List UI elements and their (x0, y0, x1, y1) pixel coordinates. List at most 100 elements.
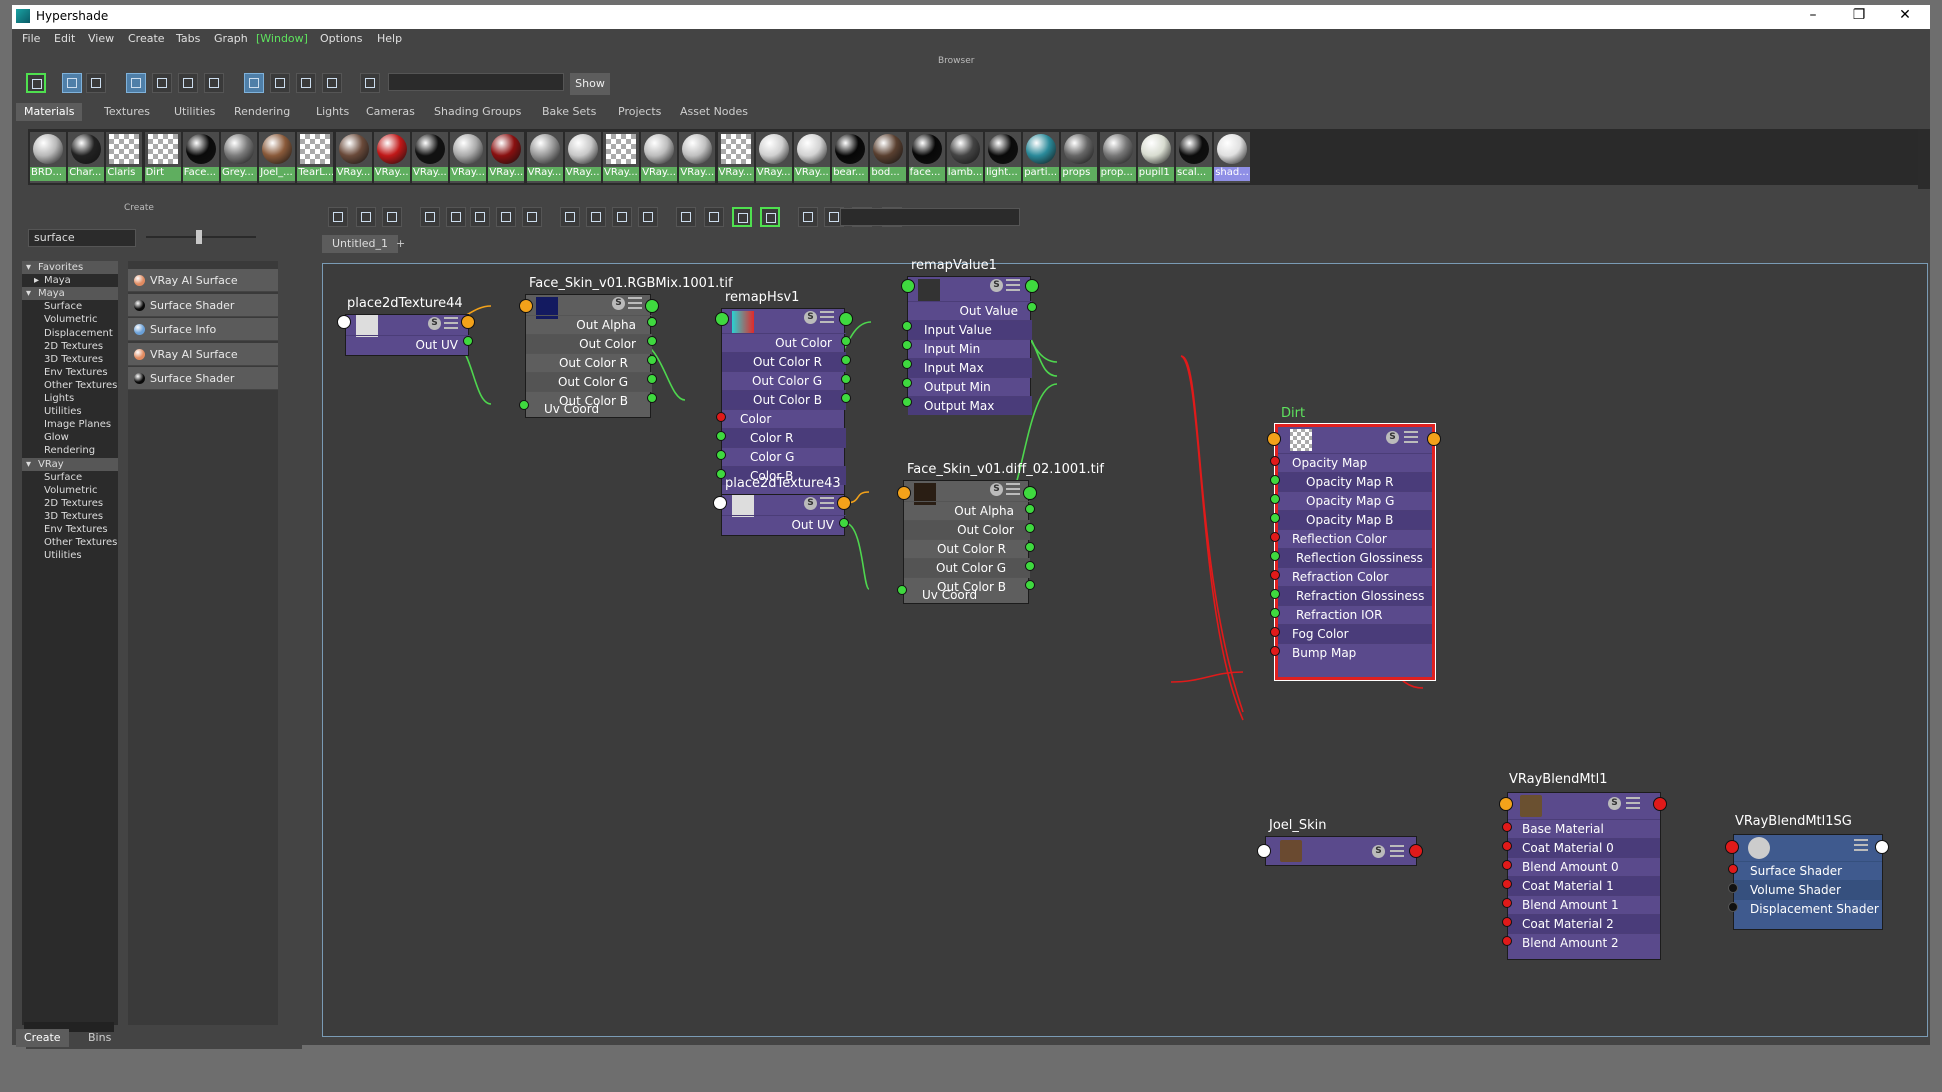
tab-cameras[interactable]: Cameras (358, 103, 423, 121)
create-node-item[interactable]: Surface Shader (128, 293, 278, 317)
port-out-color-r[interactable] (841, 355, 851, 365)
material-swatch[interactable]: TearL... (297, 132, 334, 183)
graph-output-icon[interactable] (420, 207, 440, 227)
isolate-icon[interactable] (760, 207, 780, 227)
tab-lights[interactable]: Lights (308, 103, 357, 121)
port-blend-amount-0[interactable] (1502, 860, 1512, 870)
sync-icon[interactable] (360, 73, 380, 93)
tab-utilities[interactable]: Utilities (166, 103, 223, 121)
small-swatch-icon[interactable] (126, 73, 146, 93)
graph-materials-icon[interactable] (26, 73, 46, 93)
port-reflection-color[interactable] (1270, 532, 1280, 542)
port-fog-color[interactable] (1270, 627, 1280, 637)
port-opacity-map-g[interactable] (1270, 494, 1280, 504)
menu-help[interactable]: Help (377, 32, 402, 45)
expand-arrow-icon[interactable]: ▾ (26, 287, 31, 300)
create-search-input[interactable]: surface (28, 229, 136, 247)
material-swatch[interactable]: Face... (182, 132, 219, 183)
category-item[interactable]: 3D Textures (22, 353, 118, 366)
node-vrayblendmtl1[interactable]: S Base Material Coat Material 0 Blend Am… (1507, 792, 1661, 960)
material-swatch[interactable]: VRay... (794, 132, 830, 183)
port-uv-coord[interactable] (897, 585, 907, 595)
category-item[interactable]: Displacement (22, 327, 118, 340)
port-in[interactable] (1267, 432, 1281, 446)
tab-materials[interactable]: Materials (16, 103, 83, 121)
port-out-color-b[interactable] (841, 393, 851, 403)
rearrange-icon[interactable] (522, 207, 542, 227)
port-out-alpha[interactable] (647, 317, 657, 327)
port-volume-shader[interactable] (1728, 883, 1738, 893)
port-out[interactable] (837, 496, 851, 510)
menu-tabs[interactable]: Tabs (176, 32, 200, 45)
port-out-color[interactable] (1025, 523, 1035, 533)
category-item[interactable]: ▾ Favorites (22, 261, 118, 274)
port-opacity-map[interactable] (1270, 456, 1280, 466)
port-input-max[interactable] (902, 359, 912, 369)
port-blend-amount-1[interactable] (1502, 898, 1512, 908)
tab-asset-nodes[interactable]: Asset Nodes (672, 103, 756, 121)
category-item[interactable]: Image Planes (22, 418, 118, 431)
create-node-item[interactable]: VRay Al Surface (128, 269, 278, 292)
port-coat-material-0[interactable] (1502, 841, 1512, 851)
tab-textures[interactable]: Textures (96, 103, 158, 121)
sort-time-icon[interactable] (296, 73, 316, 93)
node-place2dtexture44[interactable]: S Out UV (345, 314, 470, 356)
material-swatch[interactable]: VRay... (412, 132, 448, 183)
clear-graph-icon[interactable] (328, 207, 348, 227)
port-in[interactable] (713, 496, 727, 510)
port-refraction-glossiness[interactable] (1270, 589, 1280, 599)
port-out-color-g[interactable] (1025, 561, 1035, 571)
category-item[interactable]: ▾ VRay (22, 457, 118, 471)
collapse-icon[interactable] (560, 207, 580, 227)
node-remapvalue1[interactable]: S Out Value Input Value Input Min Input … (907, 276, 1032, 415)
port-refraction-color[interactable] (1270, 570, 1280, 580)
material-swatch[interactable]: BRD... (30, 132, 66, 183)
material-swatch[interactable]: VRay... (373, 132, 410, 183)
port-out-color-b[interactable] (1025, 580, 1035, 590)
port-out[interactable] (461, 315, 475, 329)
graph-input-output-icon[interactable] (356, 207, 376, 227)
port-base-material[interactable] (1502, 822, 1512, 832)
create-node-item[interactable]: VRay Al Surface (128, 342, 278, 366)
simple-view-icon[interactable] (638, 207, 658, 227)
port-output-min[interactable] (902, 378, 912, 388)
swatch-toggle-icon[interactable]: S (1608, 797, 1621, 810)
port-in[interactable] (715, 312, 729, 326)
list-view-icon[interactable] (86, 73, 106, 93)
port-out[interactable] (1409, 844, 1423, 858)
category-item[interactable]: Utilities (22, 405, 118, 418)
port-out-color-g[interactable] (647, 374, 657, 384)
large-swatch-icon[interactable] (178, 73, 198, 93)
search-icon[interactable] (732, 207, 752, 227)
swatch-toggle-icon[interactable]: S (804, 497, 817, 510)
attr-list-icon[interactable] (628, 297, 642, 309)
create-node-item[interactable]: Surface Info (128, 318, 278, 341)
category-item[interactable]: Utilities (22, 549, 118, 562)
port-out-color[interactable] (841, 336, 851, 346)
port-in[interactable] (901, 279, 915, 293)
port-color[interactable] (716, 412, 726, 422)
material-swatch[interactable]: VRay... (641, 132, 678, 183)
category-item[interactable]: Lights (22, 392, 118, 405)
menu-create[interactable]: Create (128, 32, 165, 45)
port-blend-amount-2[interactable] (1502, 936, 1512, 946)
custom-view-icon[interactable] (704, 207, 724, 227)
category-item[interactable]: ▾ Maya (22, 287, 118, 301)
restore-button[interactable]: ❐ (1842, 7, 1876, 27)
tab-rendering[interactable]: Rendering (226, 103, 298, 121)
category-item[interactable]: Env Textures (22, 366, 118, 379)
material-swatch[interactable]: prop... (1099, 132, 1136, 183)
swatch-toggle-icon[interactable]: S (990, 279, 1003, 292)
frame-all-icon[interactable] (446, 207, 466, 227)
port-output-max[interactable] (902, 397, 912, 407)
port-out[interactable] (1023, 486, 1037, 500)
material-swatch[interactable]: bod... (870, 132, 907, 183)
attr-list-icon[interactable] (1626, 797, 1640, 809)
create-node-item[interactable]: Surface Shader (128, 367, 278, 390)
material-swatch[interactable]: Dirt (144, 132, 181, 183)
category-item[interactable]: Rendering (22, 444, 118, 457)
category-item[interactable]: Surface (22, 471, 118, 484)
menu-options[interactable]: Options (320, 32, 362, 45)
attr-list-icon[interactable] (1390, 845, 1404, 857)
swatch-toggle-icon[interactable]: S (612, 297, 625, 310)
